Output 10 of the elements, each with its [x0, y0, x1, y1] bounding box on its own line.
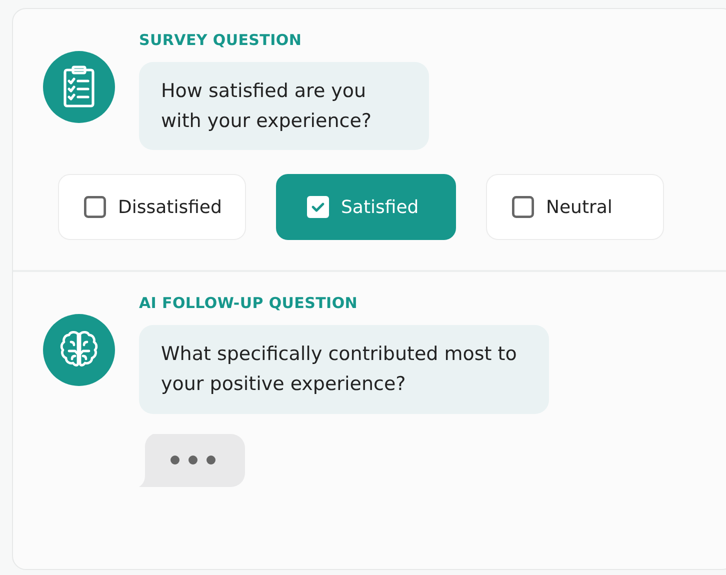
question-bubble: How satisfied are you with your experience?: [139, 62, 429, 150]
option-button[interactable]: Neutral: [486, 174, 664, 240]
question-bubble: What specifically contributed most to your positive experience?: [139, 324, 549, 414]
option-button[interactable]: Dissatisfied: [58, 174, 246, 240]
checkbox-icon[interactable]: [512, 196, 534, 218]
option-button[interactable]: Satisfied: [276, 174, 456, 240]
section-label: SURVEY QUESTION: [139, 30, 303, 51]
section-label: AI FOLLOW-UP QUESTION: [139, 293, 359, 314]
checkbox-icon[interactable]: [84, 196, 106, 218]
checkbox-icon[interactable]: [307, 196, 329, 218]
